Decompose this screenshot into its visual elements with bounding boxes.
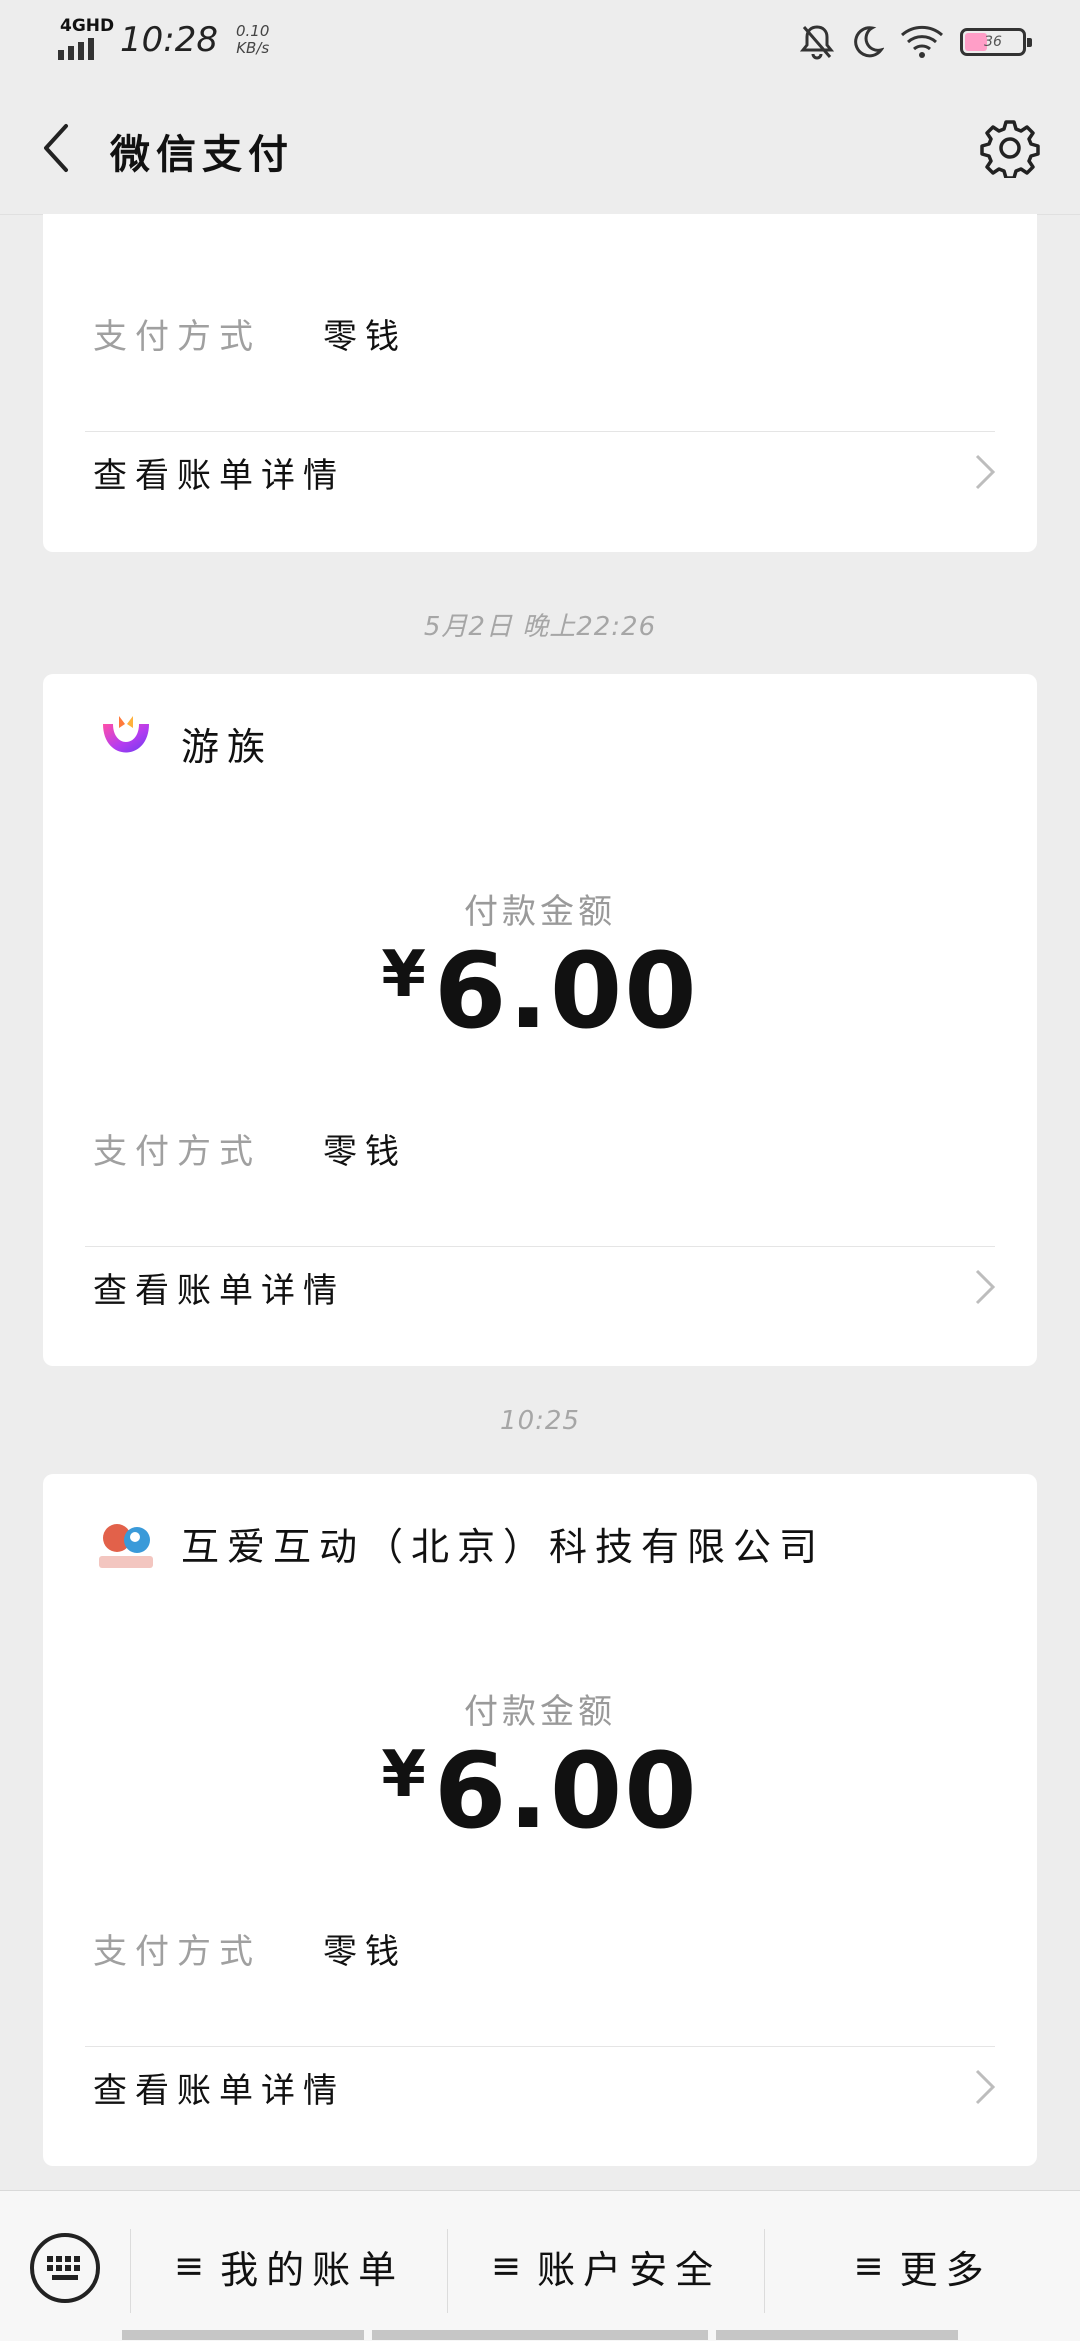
bottom-menu-bar: ≡ 我的账单 ≡ 账户安全 ≡ 更多 [0, 2190, 1080, 2341]
menu-label: 我的账单 [220, 2247, 405, 2292]
gesture-bar [716, 2330, 958, 2340]
menu-my-bills[interactable]: ≡ 我的账单 [131, 2191, 447, 2341]
amount-number: 6.00 [433, 930, 699, 1052]
wifi-icon [901, 25, 943, 58]
currency-symbol: ¥ [381, 1738, 428, 1812]
currency-symbol: ¥ [381, 938, 428, 1012]
amount-label: 付款金额 [464, 1692, 616, 1732]
amount-number: 6.00 [433, 1730, 699, 1852]
amount-label: 付款金额 [464, 892, 616, 932]
payment-method-value: 零钱 [323, 1932, 407, 1972]
chevron-right-icon [975, 2069, 996, 2105]
transaction-list[interactable]: 6.00 支付方式 零钱 查看账单详情 5月2日 晚上22:26 [0, 214, 1080, 2190]
keyboard-icon[interactable] [28, 2231, 102, 2305]
mute-bell-icon [800, 25, 834, 60]
payment-method-label: 支付方式 [93, 317, 261, 357]
payment-method-row: 支付方式 零钱 [93, 1924, 407, 1973]
battery-percent: 36 [984, 34, 1002, 50]
payment-method-label: 支付方式 [93, 1932, 261, 1972]
status-left: 4GHD 10:28 0.10 KB/s [58, 16, 269, 62]
amount-value: ¥6.00 [43, 930, 1037, 1052]
menu-more[interactable]: ≡ 更多 [765, 2191, 1080, 2341]
payment-method-value: 零钱 [323, 1132, 407, 1172]
youzu-logo [103, 716, 149, 753]
payment-method-row: 支付方式 零钱 [93, 1124, 407, 1173]
nav-bar: 微信支付 [0, 80, 1080, 215]
view-bill-details-label: 查看账单详情 [93, 455, 345, 496]
transaction-timestamp: 10:25 [500, 1406, 580, 1436]
transaction-timestamp: 5月2日 晚上22:26 [423, 612, 657, 642]
merchant-name: 互爱互动（北京）科技有限公司 [181, 1524, 826, 1569]
gesture-bar [372, 2330, 708, 2340]
menu-icon: ≡ [490, 2245, 522, 2287]
network-type: 4GHD [60, 16, 115, 36]
huaihudong-logo [99, 1524, 153, 1568]
status-time: 10:28 [120, 20, 218, 60]
menu-account-security[interactable]: ≡ 账户安全 [448, 2191, 764, 2341]
menu-label: 更多 [899, 2247, 992, 2292]
menu-icon: ≡ [853, 2245, 884, 2287]
view-bill-details-link[interactable]: 查看账单详情 [93, 432, 997, 512]
chevron-right-icon [975, 1269, 996, 1305]
status-right: 36 [800, 20, 1032, 64]
transaction-card: 6.00 支付方式 零钱 查看账单详情 [43, 214, 1037, 552]
back-arrow-icon[interactable] [36, 120, 86, 176]
signal-icon: 4GHD [58, 16, 114, 60]
chevron-right-icon [975, 454, 996, 490]
merchant-row: 互爱互动（北京）科技有限公司 [95, 1512, 825, 1574]
network-speed: 0.10 KB/s [236, 23, 269, 57]
menu-label: 账户安全 [537, 2247, 722, 2292]
transaction-card: 互爱互动（北京）科技有限公司 付款金额 ¥6.00 支付方式 零钱 查看账单详情 [43, 1474, 1037, 2166]
view-bill-details-link[interactable]: 查看账单详情 [93, 2047, 997, 2127]
amount-value: ¥6.00 [43, 1730, 1037, 1852]
battery-icon: 36 [960, 28, 1032, 56]
network-speed-value: 0.10 [235, 22, 270, 40]
transaction-card: 游族 付款金额 ¥6.00 支付方式 零钱 查看账单详情 [43, 674, 1037, 1366]
gesture-bar [122, 2330, 364, 2340]
payment-method-row: 支付方式 零钱 [93, 309, 407, 358]
status-bar: 4GHD 10:28 0.10 KB/s 36 [0, 0, 1080, 80]
gear-icon[interactable] [980, 118, 1040, 178]
payment-method-label: 支付方式 [93, 1132, 261, 1172]
network-speed-unit: KB/s [236, 39, 270, 57]
merchant-name: 游族 [181, 724, 274, 769]
moon-icon [854, 26, 884, 58]
amount-value: 6.00 [43, 214, 1037, 236]
merchant-row: 游族 [95, 712, 273, 774]
view-bill-details-label: 查看账单详情 [93, 1270, 345, 1311]
menu-icon: ≡ [173, 2245, 205, 2287]
view-bill-details-label: 查看账单详情 [93, 2070, 345, 2111]
payment-method-value: 零钱 [323, 317, 407, 357]
page-title: 微信支付 [110, 132, 294, 178]
view-bill-details-link[interactable]: 查看账单详情 [93, 1247, 997, 1327]
